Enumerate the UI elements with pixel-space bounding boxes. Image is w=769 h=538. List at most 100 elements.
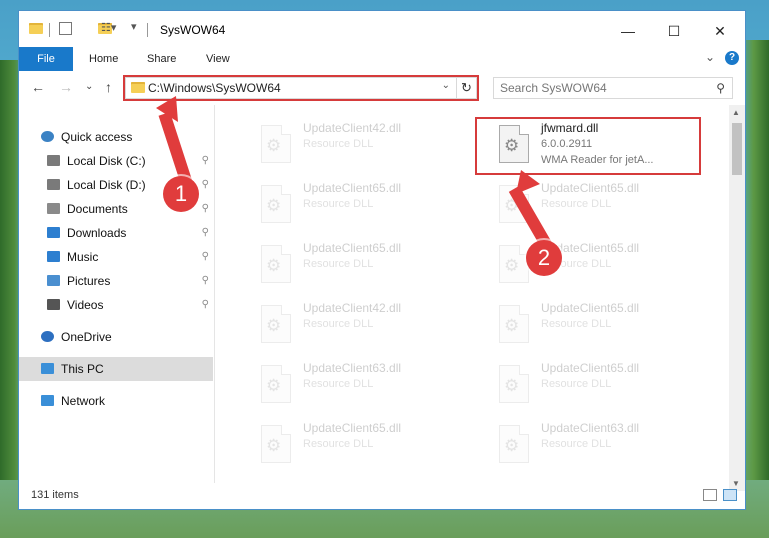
file-item[interactable]: ⚙ UpdateClient65.dll Resource DLL	[477, 359, 709, 415]
file-item[interactable]: ⚙ UpdateClient63.dll Resource DLL	[477, 419, 709, 475]
minimize-button[interactable]: —	[605, 17, 651, 45]
pictures-icon	[47, 275, 60, 286]
pin-icon[interactable]: ⚲	[202, 173, 209, 197]
sidebar-item-label: Network	[61, 394, 106, 408]
file-name: UpdateClient65.dll	[541, 181, 640, 195]
sidebar-item-label: Videos	[67, 298, 104, 312]
dll-file-icon: ⚙	[261, 365, 291, 403]
file-item[interactable]: ⚙ UpdateClient65.dll Resource DLL	[239, 179, 471, 235]
pane-divider[interactable]	[214, 105, 215, 483]
maximize-button[interactable]: ☐	[651, 17, 697, 45]
address-highlight-box	[123, 75, 479, 101]
file-name: UpdateClient42.dll	[303, 121, 402, 135]
dll-file-icon: ⚙	[499, 305, 529, 343]
divider	[49, 23, 50, 37]
pin-icon[interactable]: ⚲	[202, 269, 209, 293]
downloads-icon	[47, 227, 60, 238]
dll-file-icon: ⚙	[499, 185, 529, 223]
recent-locations-button[interactable]: ⌄	[85, 81, 93, 92]
pin-icon[interactable]: ⚲	[202, 293, 209, 317]
details-view-icon[interactable]	[703, 489, 717, 501]
sidebar-item-pictures[interactable]: Pictures ⚲	[19, 269, 213, 293]
file-item[interactable]: ⚙ UpdateClient42.dll Resource DLL	[239, 299, 471, 355]
file-name: UpdateClient63.dll	[541, 421, 640, 435]
file-type: Resource DLL	[541, 378, 612, 390]
music-icon	[47, 251, 60, 262]
help-icon[interactable]: ?	[725, 51, 739, 65]
search-icon[interactable]: ⚲	[716, 81, 725, 95]
search-placeholder: Search SysWOW64	[500, 81, 607, 95]
scroll-up-icon[interactable]: ▲	[732, 108, 740, 117]
dll-file-icon: ⚙	[499, 425, 529, 463]
quick-access-dropdown-icon[interactable]: ▾	[131, 20, 137, 33]
file-name: UpdateClient65.dll	[303, 241, 402, 255]
file-type: Resource DLL	[303, 378, 374, 390]
vertical-scrollbar[interactable]: ▲ ▼	[729, 105, 745, 491]
file-type: Resource DLL	[541, 438, 612, 450]
customize-toolbar-icon[interactable]: ☷▾	[101, 21, 116, 34]
sidebar-item-label: This PC	[61, 362, 104, 376]
file-name: UpdateClient63.dll	[303, 361, 402, 375]
file-type: Resource DLL	[303, 138, 374, 150]
file-item[interactable]: ⚙ UpdateClient65.dll Resource DLL	[477, 239, 709, 295]
file-item[interactable]: ⚙ UpdateClient65.dll Resource DLL	[477, 299, 709, 355]
sidebar-item-label: Downloads	[67, 226, 127, 240]
file-item[interactable]: ⚙ UpdateClient65.dll Resource DLL	[477, 179, 709, 235]
file-item[interactable]: ⚙ UpdateClient63.dll Resource DLL	[239, 359, 471, 415]
file-list: ⚙UpdateClient5.dllResource DLL⚙UpdateCli…	[219, 105, 731, 483]
file-name: UpdateClient65.dll	[303, 421, 402, 435]
back-button[interactable]: ←	[31, 79, 45, 95]
window-title: SysWOW64	[160, 23, 226, 37]
file-item[interactable]: ⚙ UpdateClient65.dll Resource DLL	[239, 419, 471, 475]
pin-icon[interactable]: ⚲	[202, 245, 209, 269]
status-bar: 131 items	[19, 483, 745, 509]
pin-icon[interactable]: ⚲	[202, 221, 209, 245]
up-button[interactable]: ↑	[105, 79, 112, 95]
dll-file-icon: ⚙	[261, 185, 291, 223]
dll-file-icon: ⚙	[261, 125, 291, 163]
tab-home[interactable]: Home	[89, 47, 118, 71]
sidebar-item-videos[interactable]: Videos ⚲	[19, 293, 213, 317]
pin-icon[interactable]: ⚲	[202, 197, 209, 221]
step-1-badge: 1	[163, 176, 199, 212]
videos-icon	[47, 299, 60, 310]
tab-view[interactable]: View	[206, 47, 230, 71]
dll-file-icon: ⚙	[499, 365, 529, 403]
file-name: UpdateClient65.dll	[541, 301, 640, 315]
sidebar-item-label: Pictures	[67, 274, 111, 288]
tab-share[interactable]: Share	[147, 47, 176, 71]
expand-ribbon-icon[interactable]: ⌄	[705, 50, 715, 64]
file-name: UpdateClient42.dll	[303, 301, 402, 315]
close-button[interactable]: ✕	[697, 17, 743, 45]
file-item[interactable]: ⚙ UpdateClient42.dll Resource DLL	[239, 119, 471, 175]
scrollbar-thumb[interactable]	[732, 123, 742, 175]
search-input[interactable]: Search SysWOW64 ⚲	[493, 77, 733, 99]
sidebar-item-label: Music	[67, 250, 99, 264]
large-icons-view-icon[interactable]	[723, 489, 737, 501]
forward-button[interactable]: →	[59, 79, 73, 95]
sidebar-item-onedrive[interactable]: OneDrive	[19, 325, 213, 349]
star-icon	[41, 131, 54, 142]
pin-icon[interactable]: ⚲	[202, 149, 209, 173]
sidebar-item-label: OneDrive	[61, 330, 112, 344]
dll-file-icon: ⚙	[261, 425, 291, 463]
properties-icon[interactable]	[59, 22, 72, 35]
sidebar-item-local-disk-c[interactable]: Local Disk (C:) ⚲	[19, 149, 213, 173]
sidebar-item-music[interactable]: Music ⚲	[19, 245, 213, 269]
drive-icon	[47, 179, 60, 190]
file-type: Resource DLL	[303, 438, 374, 450]
sidebar-item-this-pc[interactable]: This PC	[19, 357, 213, 381]
item-count: 131 items	[31, 489, 79, 501]
sidebar-item-label: Quick access	[61, 130, 133, 144]
network-icon	[41, 395, 54, 406]
sidebar-item-label: Local Disk (C:)	[67, 154, 146, 168]
sidebar-item-downloads[interactable]: Downloads ⚲	[19, 221, 213, 245]
sidebar-item-quick-access[interactable]: Quick access	[19, 125, 213, 149]
tab-file[interactable]: File	[19, 47, 73, 71]
file-item[interactable]: ⚙ UpdateClient65.dll Resource DLL	[239, 239, 471, 295]
sidebar-item-network[interactable]: Network	[19, 389, 213, 413]
file-highlight-box	[475, 117, 701, 175]
file-type: Resource DLL	[303, 258, 374, 270]
file-type: Resource DLL	[541, 318, 612, 330]
file-name: UpdateClient65.dll	[541, 361, 640, 375]
